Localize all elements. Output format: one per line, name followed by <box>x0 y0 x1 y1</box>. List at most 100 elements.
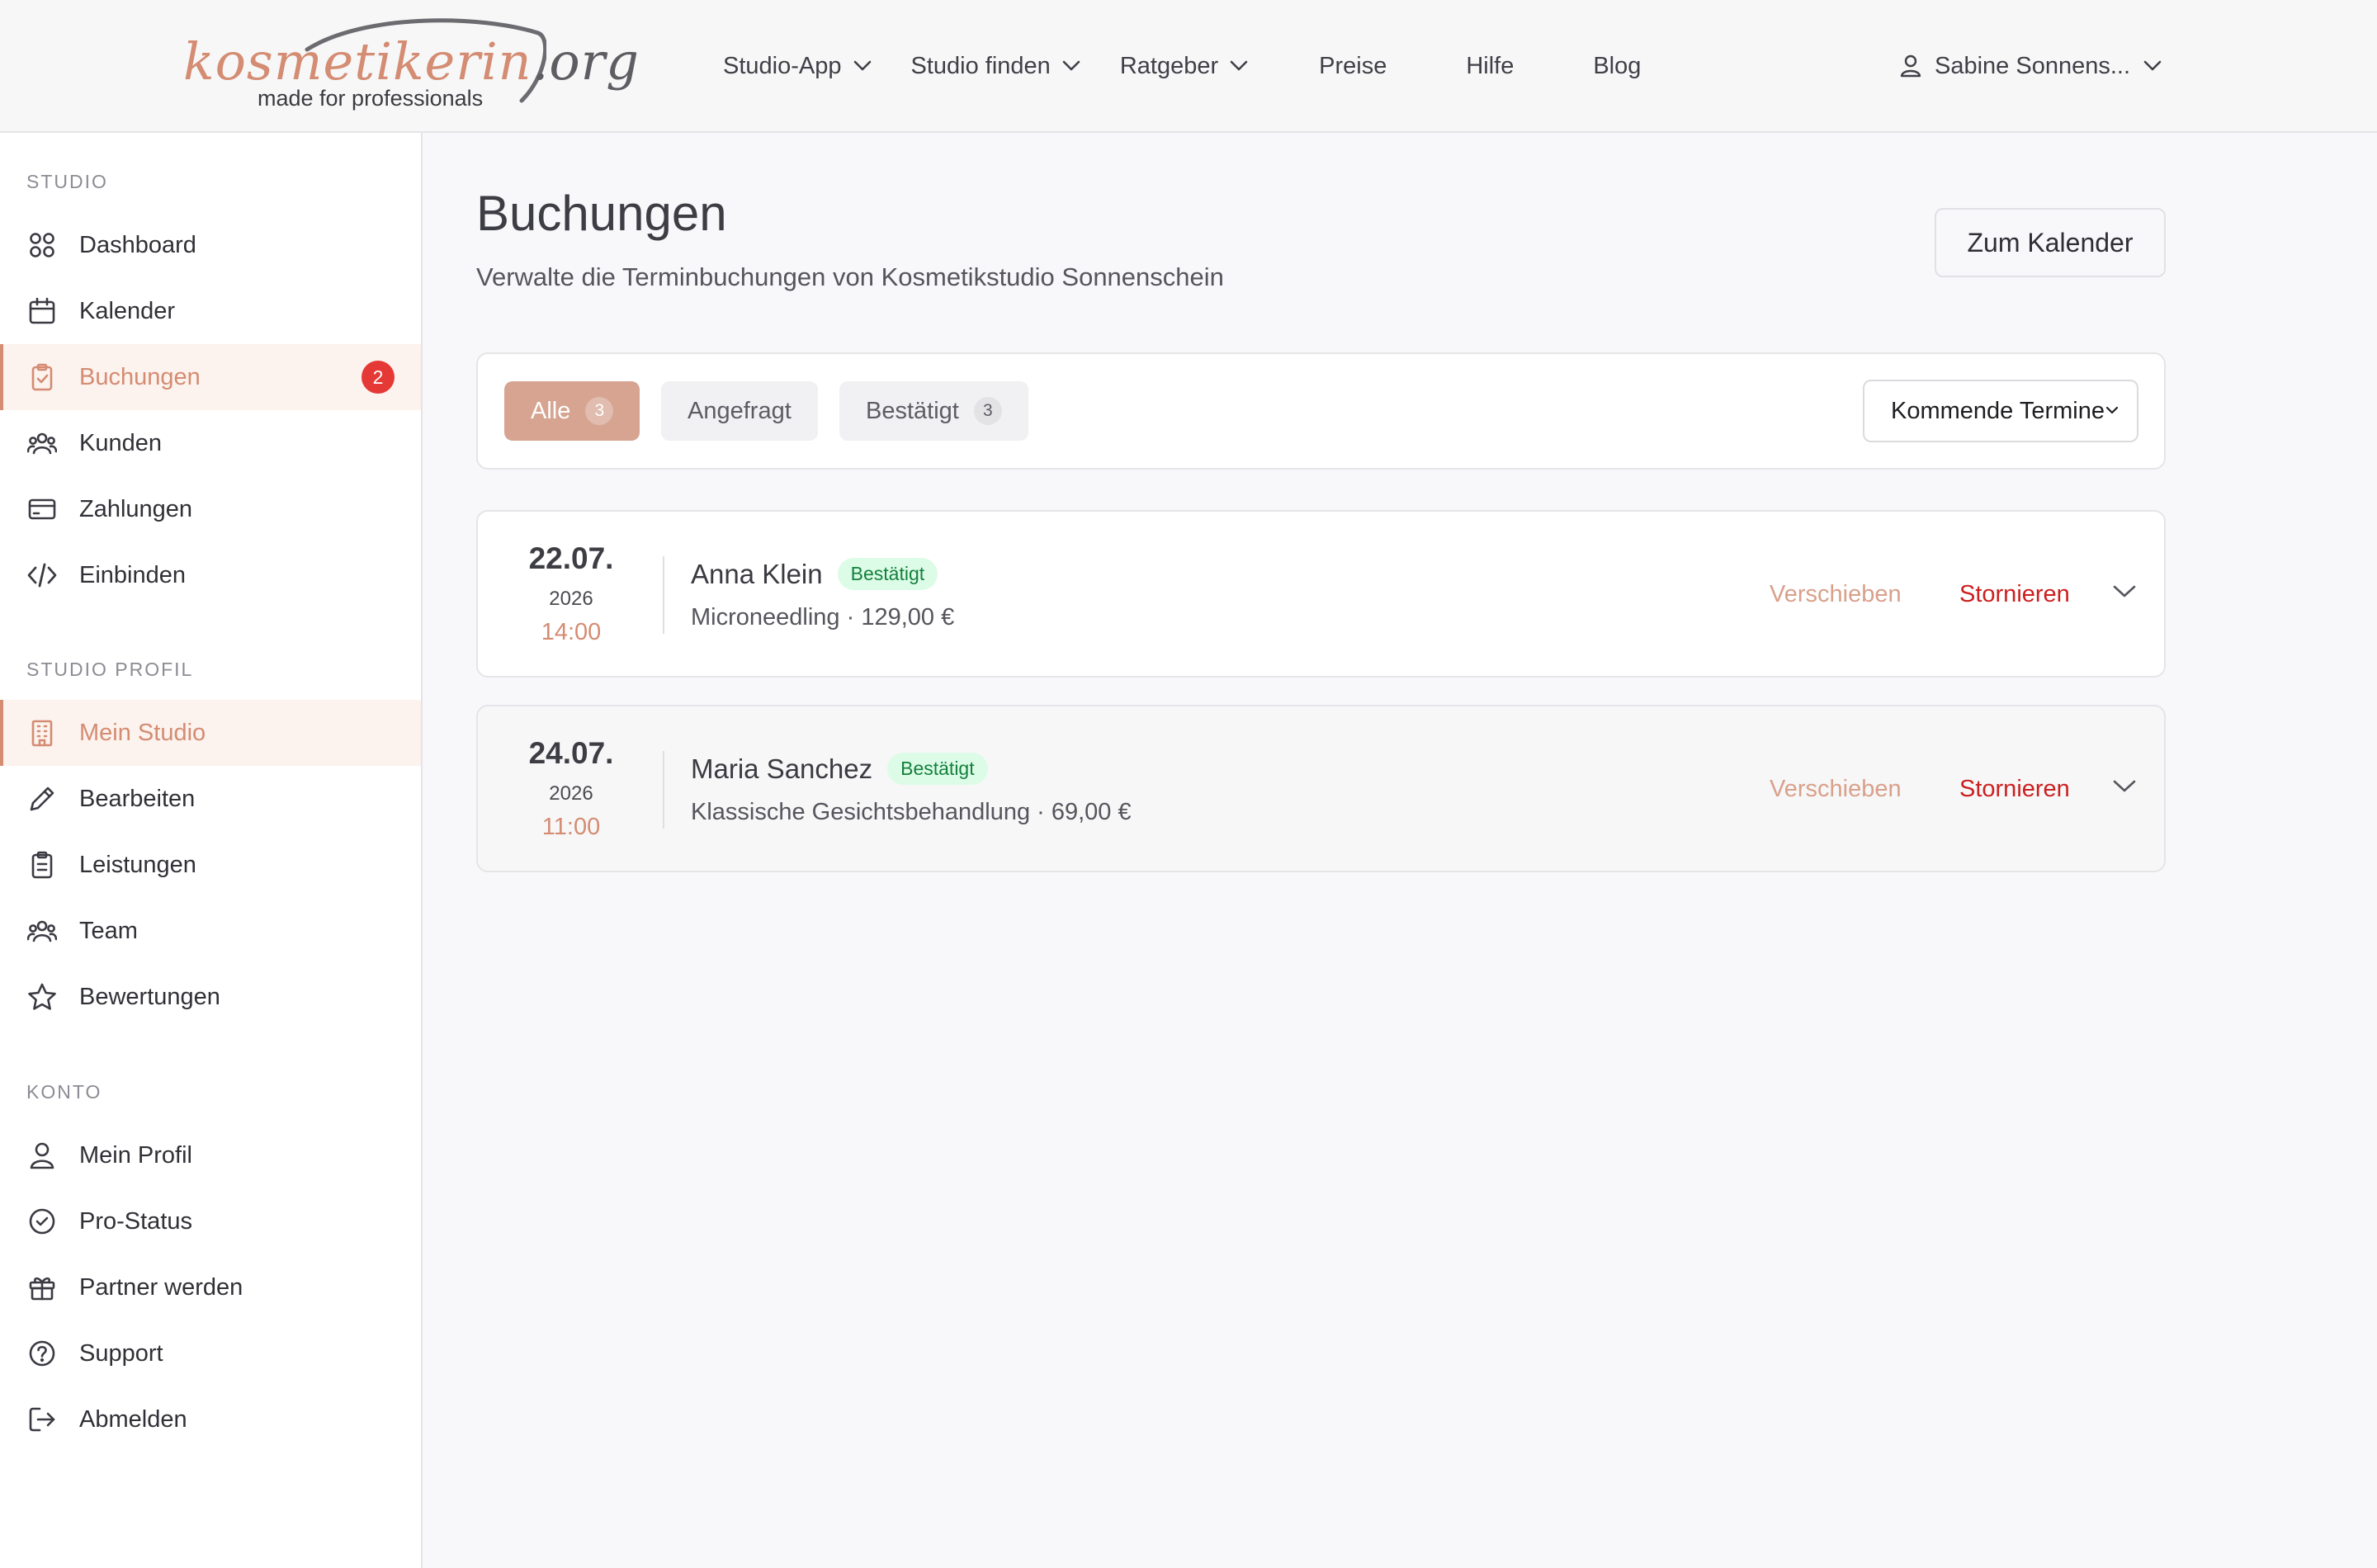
booking-card[interactable]: 24.07. 2026 11:00 Maria Sanchez Bestätig… <box>476 705 2166 872</box>
nav-label: Studio-App <box>723 52 842 79</box>
filter-tab-count: 3 <box>973 397 1002 425</box>
logo-tagline: made for professionals <box>258 86 484 111</box>
user-name: Sabine Sonnens... <box>1935 52 2131 79</box>
filter-tab-alle[interactable]: Alle 3 <box>504 381 640 441</box>
filter-tab-label: Angefragt <box>688 397 792 424</box>
chevron-down-icon <box>2143 60 2162 71</box>
nav-preise[interactable]: Preise <box>1319 53 1387 80</box>
site-logo[interactable]: kosmetikerin.org made for professionals <box>183 18 639 114</box>
booking-year: 2026 <box>549 782 593 805</box>
gift-icon <box>26 1272 58 1303</box>
chevron-down-icon <box>853 60 871 71</box>
code-icon <box>26 560 58 591</box>
grid-icon <box>26 229 58 261</box>
sidebar-item-label: Bewertungen <box>79 983 220 1010</box>
credit-card-icon <box>26 494 58 525</box>
nav-label: Blog <box>1593 52 1642 79</box>
sidebar-item-buchungen[interactable]: Buchungen 2 <box>0 344 421 410</box>
logo-wordmark: kosmetikerin.org <box>183 31 640 92</box>
top-navigation-bar: kosmetikerin.org made for professionals … <box>0 0 2377 133</box>
sidebar-item-abmelden[interactable]: Abmelden <box>0 1386 421 1452</box>
sidebar-item-label: Buchungen <box>79 363 201 390</box>
sidebar-item-label: Zahlungen <box>79 495 193 522</box>
sidebar-item-label: Leistungen <box>79 851 196 878</box>
page-title: Buchungen <box>476 186 727 241</box>
reschedule-button[interactable]: Verschieben <box>1770 776 1902 803</box>
nav-label: Ratgeber <box>1119 52 1219 79</box>
chevron-down-icon[interactable] <box>2112 584 2137 599</box>
sidebar-item-team[interactable]: Team <box>0 898 421 964</box>
sidebar-item-label: Partner werden <box>79 1273 243 1301</box>
nav-hilfe[interactable]: Hilfe <box>1466 53 1514 80</box>
chevron-down-icon <box>1062 60 1080 71</box>
filter-tab-label: Alle <box>531 397 571 424</box>
booking-customer: Maria Sanchez Bestätigt <box>691 753 988 785</box>
calendar-icon <box>26 295 58 327</box>
nav-studio-finden[interactable]: Studio finden <box>911 53 1080 80</box>
sidebar-item-kunden[interactable]: Kunden <box>0 410 421 476</box>
building-icon <box>26 717 58 749</box>
divider <box>663 556 664 634</box>
sidebar-item-pro-status[interactable]: Pro-Status <box>0 1188 421 1254</box>
sidebar-item-label: Team <box>79 917 138 944</box>
sidebar-item-label: Kalender <box>79 297 176 324</box>
nav-blog[interactable]: Blog <box>1593 53 1641 80</box>
sidebar-section-title: STUDIO PROFIL <box>26 659 194 680</box>
nav-studio-app[interactable]: Studio-App <box>723 53 872 80</box>
sidebar: STUDIO Dashboard Kalender Buchungen 2 Ku… <box>0 133 423 1568</box>
sidebar-item-zahlungen[interactable]: Zahlungen <box>0 476 421 542</box>
help-circle-icon <box>26 1338 58 1369</box>
time-range-select[interactable]: Kommende Termine <box>1863 380 2138 442</box>
clipboard-check-icon <box>26 361 58 393</box>
booking-day: 22.07. <box>528 541 614 575</box>
cancel-booking-button[interactable]: Stornieren <box>1959 581 2070 608</box>
notification-badge: 2 <box>362 361 395 394</box>
sidebar-item-label: Einbinden <box>79 561 186 588</box>
check-circle-icon <box>26 1206 58 1237</box>
booking-card[interactable]: 22.07. 2026 14:00 Anna Klein Bestätigt M… <box>476 510 2166 678</box>
filter-tab-label: Bestätigt <box>866 397 959 424</box>
chevron-down-icon <box>2105 406 2119 414</box>
sidebar-item-leistungen[interactable]: Leistungen <box>0 832 421 898</box>
booking-service: Klassische Gesichtsbehandlung · 69,00 € <box>691 799 1132 825</box>
sidebar-item-kalender[interactable]: Kalender <box>0 278 421 344</box>
sidebar-item-partner-werden[interactable]: Partner werden <box>0 1254 421 1320</box>
booking-year: 2026 <box>549 588 593 610</box>
user-icon <box>26 1140 58 1171</box>
sidebar-item-mein-studio[interactable]: Mein Studio <box>0 700 421 766</box>
booking-service: Microneedling · 129,00 € <box>691 604 955 631</box>
booking-day: 24.07. <box>528 736 614 770</box>
filter-tab-bestaetigt[interactable]: Bestätigt 3 <box>839 381 1028 441</box>
to-calendar-button[interactable]: Zum Kalender <box>1935 208 2166 277</box>
status-badge: Bestätigt <box>887 753 988 785</box>
nav-label: Studio finden <box>910 52 1051 79</box>
filter-bar: Alle 3 Angefragt Bestätigt 3 Kommende Te… <box>476 352 2166 470</box>
status-badge: Bestätigt <box>837 558 938 590</box>
customer-name: Maria Sanchez <box>691 753 873 784</box>
divider <box>663 751 664 829</box>
booking-date: 24.07. 2026 11:00 <box>478 706 664 871</box>
nav-label: Preise <box>1319 52 1387 79</box>
nav-ratgeber[interactable]: Ratgeber <box>1120 53 1248 80</box>
sidebar-section-title: KONTO <box>26 1081 102 1103</box>
sidebar-item-label: Kunden <box>79 429 162 456</box>
sidebar-item-bearbeiten[interactable]: Bearbeiten <box>0 766 421 832</box>
chevron-down-icon[interactable] <box>2112 779 2137 794</box>
sidebar-item-einbinden[interactable]: Einbinden <box>0 542 421 608</box>
sidebar-item-label: Dashboard <box>79 231 196 258</box>
reschedule-button[interactable]: Verschieben <box>1770 581 1902 608</box>
cancel-booking-button[interactable]: Stornieren <box>1959 776 2070 803</box>
sidebar-item-support[interactable]: Support <box>0 1320 421 1386</box>
sidebar-item-label: Pro-Status <box>79 1207 192 1235</box>
filter-tab-count: 3 <box>585 397 614 425</box>
pencil-icon <box>26 783 58 815</box>
booking-customer: Anna Klein Bestätigt <box>691 558 938 590</box>
sidebar-item-bewertungen[interactable]: Bewertungen <box>0 964 421 1030</box>
sidebar-item-dashboard[interactable]: Dashboard <box>0 212 421 278</box>
sidebar-item-label: Mein Profil <box>79 1141 192 1169</box>
nav-label: Hilfe <box>1466 52 1515 79</box>
filter-tab-angefragt[interactable]: Angefragt <box>661 381 818 441</box>
user-menu[interactable]: Sabine Sonnens... <box>1900 50 2162 83</box>
sidebar-item-mein-profil[interactable]: Mein Profil <box>0 1122 421 1188</box>
sidebar-item-label: Bearbeiten <box>79 785 196 812</box>
